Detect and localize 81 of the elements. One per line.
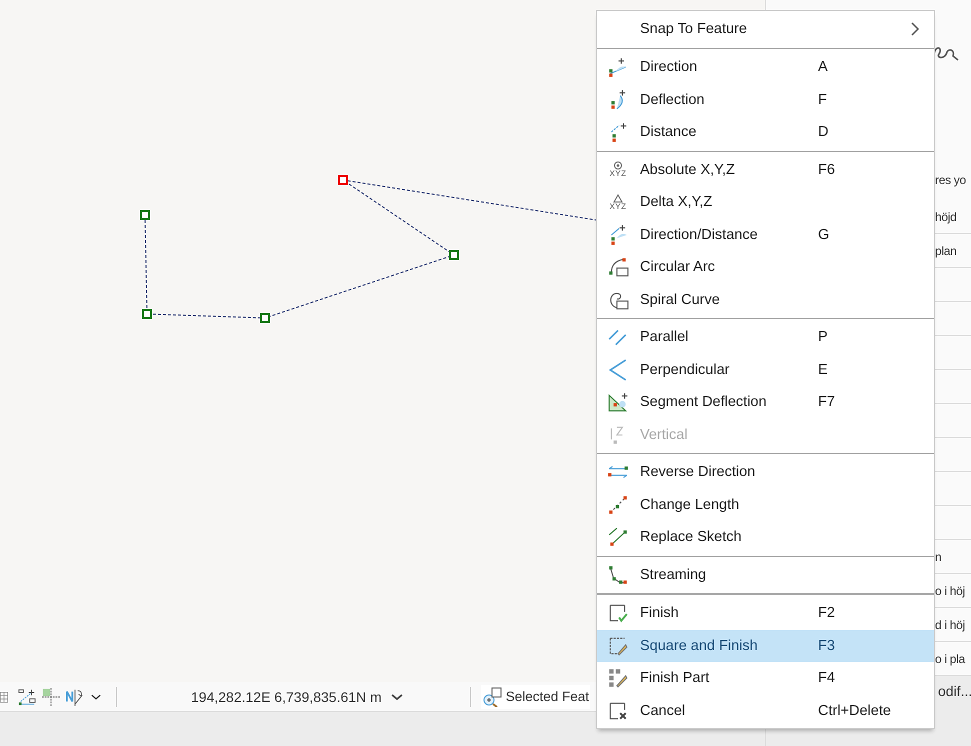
menu-item[interactable]: Snap To Feature [597, 12, 934, 46]
menu-item[interactable]: Deflection F [597, 84, 934, 116]
shortcut-text: D [818, 124, 830, 140]
menu-item-label: Square and Finish [640, 638, 759, 654]
menu-item-label: Segment Deflection [640, 394, 768, 410]
panel-row-text[interactable]: o i höj [935, 584, 965, 598]
menu-item-label: Direction [640, 59, 698, 76]
menu-item-label: Delta X,Y,Z [640, 194, 714, 210]
angle-icon [607, 56, 629, 78]
menu-item[interactable]: Direction A [597, 51, 934, 84]
shortcut-text: F [818, 92, 828, 108]
magnifier-icon [482, 686, 502, 706]
menu-item-label: Vertical [640, 426, 689, 443]
shortcut-text: F2 [818, 605, 836, 622]
menu-item-label: Parallel [640, 329, 690, 346]
shortcut-text: F6 [818, 162, 836, 178]
menu-item[interactable]: Spiral Curve [597, 284, 934, 316]
pencil-icon [607, 667, 629, 690]
perpendicular-icon [607, 358, 629, 381]
menu-item[interactable]: Change Length [597, 488, 934, 521]
menu-item[interactable]: Parallel P [597, 321, 934, 354]
menu-item[interactable]: Finish Part F4 [597, 662, 934, 694]
north-arrow-icon[interactable] [66, 688, 84, 706]
coordinates-text: 194,282.12E 6,739,835.61N m [191, 688, 382, 704]
menu-item-label: Deflection [640, 92, 706, 108]
shortcut-text: P [818, 329, 829, 346]
menu-item[interactable]: Streaming [597, 558, 934, 591]
menu-item[interactable]: XYZ Delta X,Y,Z [597, 186, 934, 218]
shortcut-text: F3 [818, 638, 836, 654]
shortcut-text: Ctrl+Delete [818, 702, 892, 719]
polyline-icon [607, 564, 629, 586]
snapping-icon[interactable] [18, 688, 36, 706]
menu-item-label: Absolute X,Y,Z [640, 162, 736, 178]
menu-item[interactable]: Replace Sketch [597, 521, 934, 554]
vertex-marker[interactable] [449, 250, 459, 260]
menu-item-label: Streaming [640, 566, 708, 583]
menu-item[interactable]: Reverse Direction [597, 456, 934, 488]
crosshair-icon[interactable] [42, 688, 60, 706]
panel-row-text[interactable]: d i höj [935, 618, 965, 632]
panel-footer-text: odif... [938, 683, 971, 699]
triangle-icon [607, 391, 629, 414]
menu-item-label: Finish Part [640, 670, 710, 686]
panel-row-text[interactable]: n [935, 550, 942, 564]
menu-item-label: Perpendicular [640, 362, 730, 378]
menu-item[interactable]: Distance D [597, 116, 934, 148]
shortcut-text: F4 [818, 670, 836, 686]
menu-item-label: Cancel [640, 702, 686, 719]
selected-features-button[interactable]: Selected Feat [480, 684, 590, 708]
panel-row-text[interactable]: höjd [935, 210, 956, 224]
menu-item[interactable]: Segment Deflection F7 [597, 386, 934, 418]
vertex-marker[interactable] [338, 175, 348, 185]
menu-item-label: Spiral Curve [640, 292, 721, 308]
menu-item-label: Direction/Distance [640, 226, 759, 243]
menu-item-label: Circular Arc [640, 259, 716, 276]
shortcut-text: E [818, 362, 829, 378]
menu-item[interactable]: Square and Finish F3 [597, 630, 934, 662]
shortcut-text: F7 [818, 394, 836, 410]
menu-item[interactable]: Circular Arc [597, 251, 934, 284]
panel-text: res yo [935, 173, 966, 187]
line-icon [607, 494, 629, 516]
menu-item[interactable]: Direction/Distance G [597, 218, 934, 251]
panel-row-text[interactable]: plan [935, 244, 956, 258]
menu-item-label: Finish [640, 605, 680, 622]
menu-item[interactable]: Finish F2 [597, 597, 934, 630]
menu-item[interactable]: Perpendicular E [597, 354, 934, 386]
panel-row-text[interactable]: o i pla [935, 652, 965, 666]
shortcut-text: G [818, 226, 830, 243]
vertex-marker[interactable] [142, 309, 152, 319]
menu-item[interactable]: XYZ Absolute X,Y,Z F6 [597, 154, 934, 186]
shortcut-text: A [818, 59, 829, 76]
menu-item-label: Snap To Feature [640, 21, 748, 37]
vertex-marker[interactable] [260, 313, 270, 323]
vertex-marker[interactable] [140, 210, 150, 220]
menu-item-label: Reverse Direction [640, 464, 756, 480]
menu-item[interactable]: Cancel Ctrl+Delete [597, 694, 934, 727]
check-icon [607, 602, 629, 624]
menu-item-label: Distance [640, 124, 698, 140]
menu-item-label: Replace Sketch [640, 529, 743, 546]
menu-item-label: Change Length [640, 496, 740, 513]
arc-icon [607, 256, 629, 278]
line-icon [607, 526, 629, 548]
